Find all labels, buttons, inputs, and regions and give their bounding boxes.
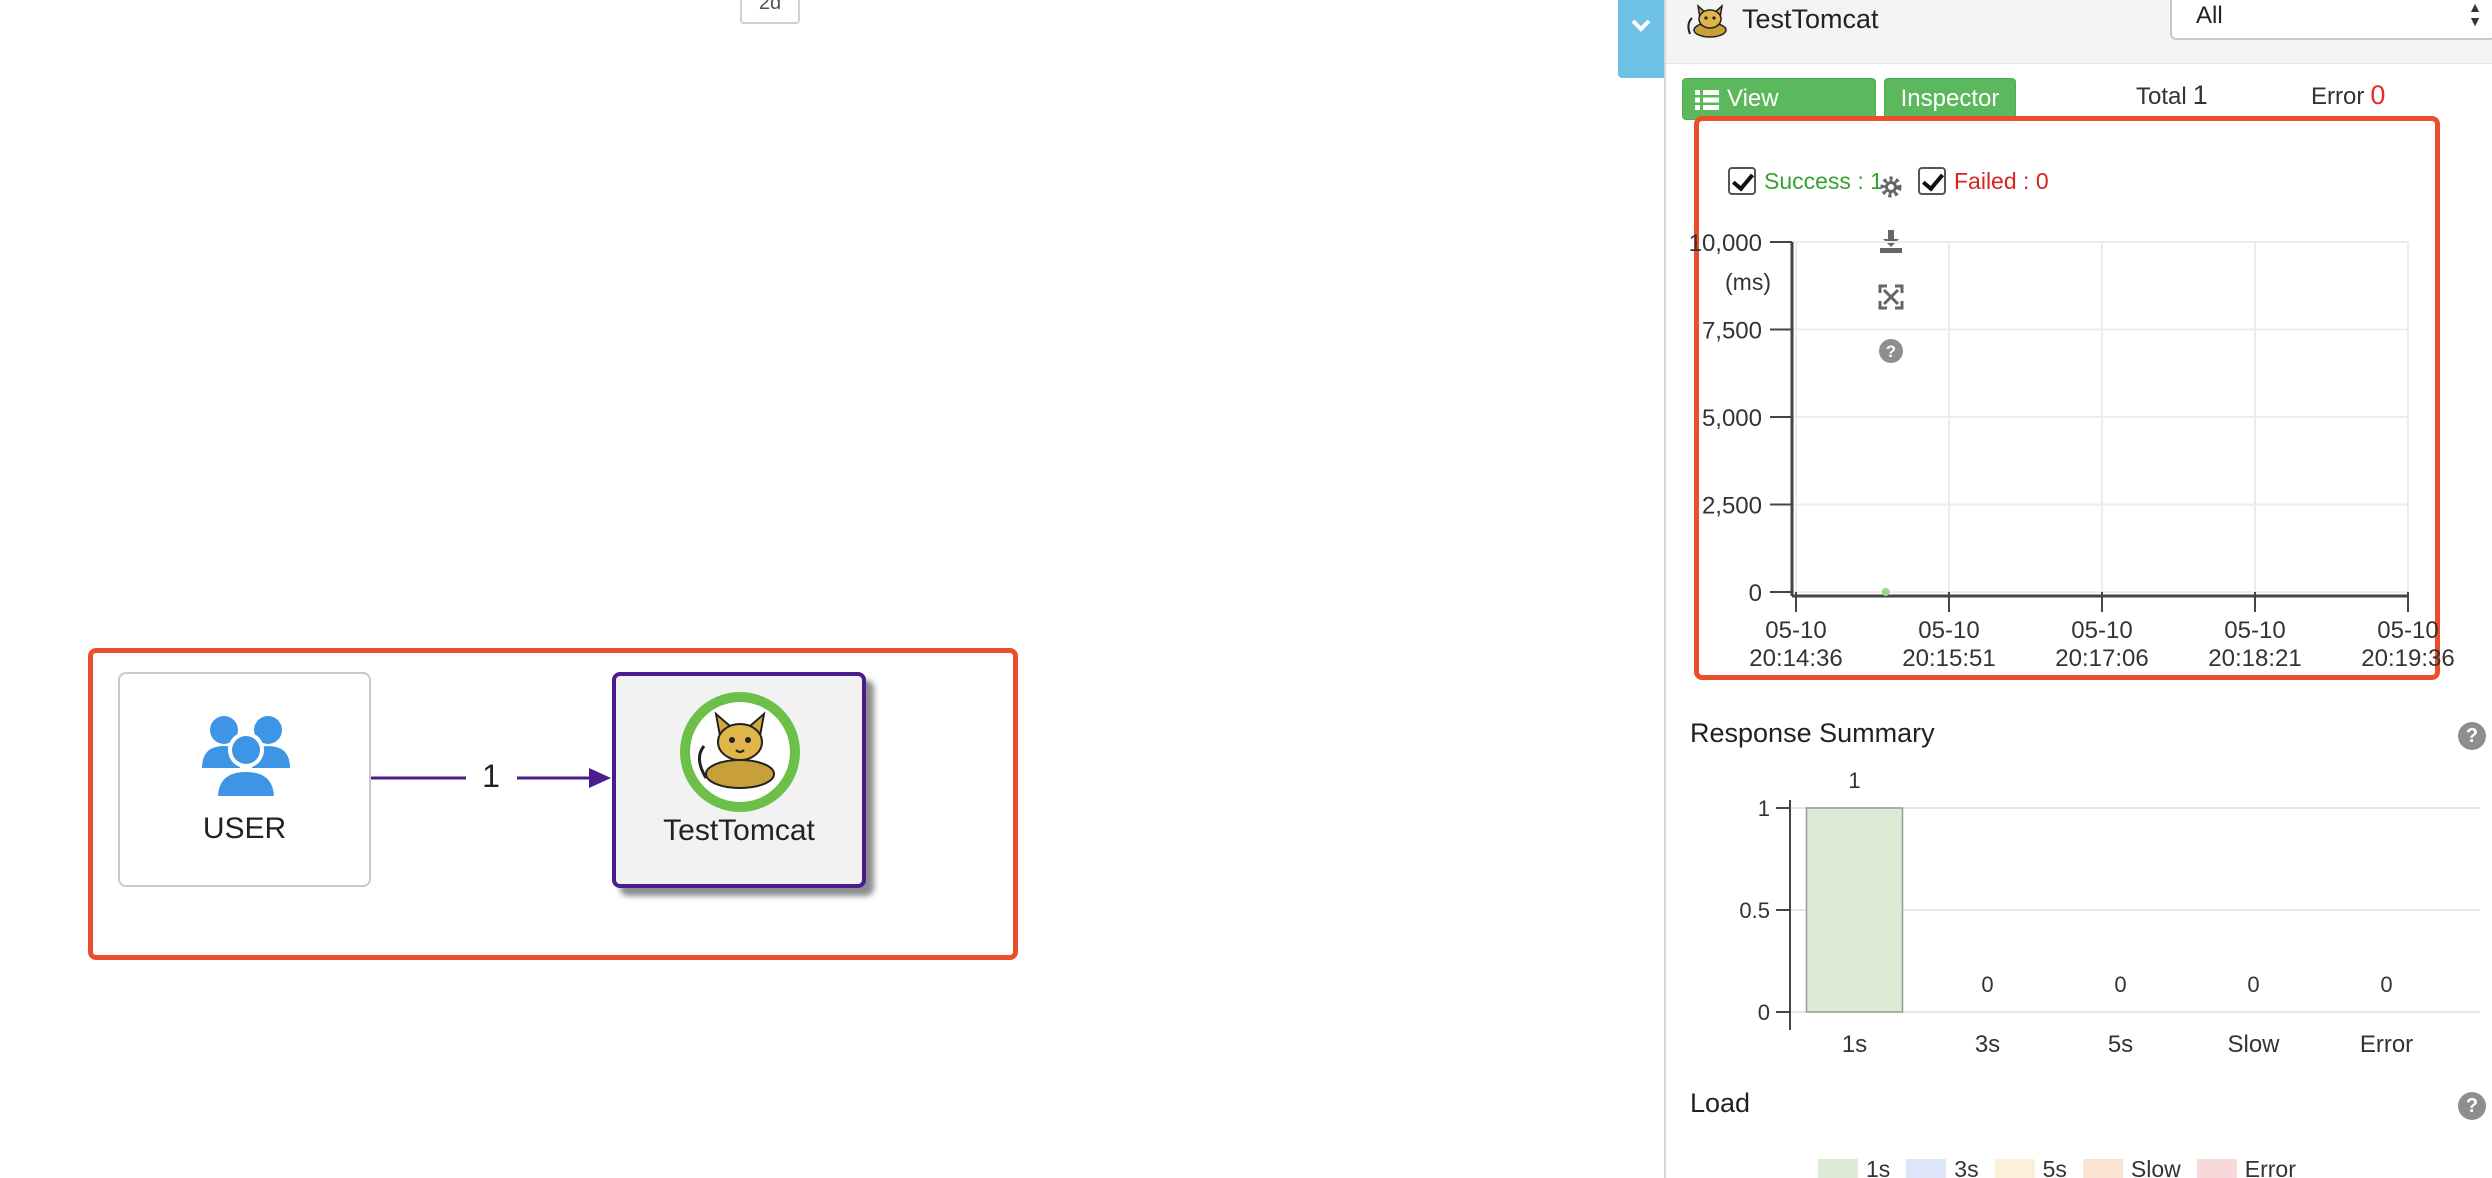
y-tick-label: 2,500 — [1702, 493, 1762, 520]
load-title: Load — [1690, 1088, 1751, 1118]
legend-swatch — [1906, 1158, 1947, 1178]
tomcat-node[interactable]: TestTomcat — [612, 672, 866, 888]
x-tick-label: 5s — [2108, 1031, 2133, 1058]
user-node-label: USER — [202, 812, 287, 845]
gear-icon[interactable] — [1878, 174, 1904, 200]
agent-select-value: All — [2196, 2, 2223, 29]
success-point — [1881, 588, 1890, 596]
y-tick-label: 0.5 — [1739, 898, 1770, 923]
x-tick-label-time: 20:15:51 — [1902, 645, 1995, 672]
inspector-label: Inspector — [1900, 85, 2000, 112]
x-tick-label: Slow — [2227, 1031, 2280, 1058]
panel-header: TestTomcat All ▲ ▼ — [1666, 0, 2492, 64]
load-legend-item[interactable]: Error — [2196, 1156, 2296, 1178]
server-map-canvas[interactable]: 2d USER 1 TestTomcat — [0, 0, 1660, 1178]
tomcat-logo-icon — [680, 692, 800, 812]
y-tick-label: 0 — [1758, 1000, 1770, 1025]
x-tick-label-date: 05-10 — [1918, 617, 1979, 644]
total-count: Total 1 — [2136, 80, 2208, 111]
x-tick-label-time: 20:19:36 — [2361, 645, 2454, 672]
select-arrows-icon: ▲ ▼ — [2468, 0, 2482, 29]
legend-label: Error — [2244, 1156, 2296, 1178]
legend-label: 5s — [2042, 1156, 2067, 1178]
x-tick-label: 3s — [1975, 1031, 2000, 1058]
load-legend: 1s 3s 5s Slow Error — [1818, 1156, 2312, 1178]
list-icon — [1695, 90, 1719, 110]
bar-value-label: 0 — [2380, 972, 2392, 997]
help-icon[interactable]: ? — [2458, 1092, 2486, 1120]
x-tick-label-date: 05-10 — [2377, 617, 2438, 644]
x-tick-label-time: 20:18:21 — [2208, 645, 2301, 672]
x-tick-label-time: 20:17:06 — [2055, 645, 2148, 672]
tomcat-node-label: TestTomcat — [663, 814, 815, 847]
user-node[interactable]: USER — [118, 672, 371, 887]
bar-value-label: 0 — [2114, 972, 2126, 997]
y-tick-label: 0 — [1749, 580, 1762, 607]
load-legend-item[interactable]: 1s — [1818, 1156, 1890, 1178]
legend-swatch — [1818, 1158, 1858, 1178]
top-chip[interactable]: 2d — [740, 0, 800, 24]
total-value: 1 — [2192, 80, 2208, 110]
success-label: Success : 1 — [1764, 168, 1883, 194]
response-time-scatter-chart[interactable]: 10,0007,5005,0002,5000(ms)05-1020:14:360… — [1684, 228, 2454, 678]
load-legend-item[interactable]: 3s — [1906, 1156, 1979, 1178]
chevron-down-icon — [1631, 19, 1651, 32]
x-tick-label-date: 05-10 — [1765, 617, 1826, 644]
bar-1s — [1805, 807, 1904, 1013]
legend-swatch — [2196, 1158, 2237, 1178]
x-tick-label-date: 05-10 — [2224, 617, 2285, 644]
help-icon[interactable]: ? — [2458, 722, 2486, 750]
x-tick-label-time: 20:14:36 — [1749, 645, 1842, 672]
x-tick-label: 1s — [1842, 1031, 1867, 1058]
y-tick-label: 1 — [1758, 796, 1770, 821]
bar-value-label: 0 — [2247, 972, 2259, 997]
edge-count-label: 1 — [466, 758, 516, 795]
failed-label: Failed : 0 — [1954, 168, 2049, 194]
error-label: Error — [2311, 83, 2365, 110]
legend-label: Slow — [2130, 1156, 2181, 1178]
legend-label: 1s — [1866, 1156, 1891, 1178]
total-label: Total — [2136, 83, 2187, 110]
error-value: 0 — [2370, 80, 2386, 110]
checkbox-checked-icon — [1728, 166, 1756, 195]
load-legend-item[interactable]: 5s — [1994, 1156, 2067, 1178]
view-servers-button[interactable]: View Servers — [1682, 78, 1876, 152]
y-tick-label: 7,500 — [1702, 318, 1762, 345]
x-tick-label-date: 05-10 — [2071, 617, 2132, 644]
panel-title: TestTomcat — [1742, 4, 1879, 34]
error-count: Error 0 — [2311, 80, 2385, 111]
failed-filter-checkbox[interactable]: Failed : 0 — [1918, 166, 2049, 197]
bar-value-label: 0 — [1981, 972, 1993, 997]
response-summary-title: Response Summary — [1690, 718, 1935, 748]
inspector-button[interactable]: Inspector — [1884, 78, 2016, 120]
legend-label: 3s — [1954, 1156, 1979, 1178]
tomcat-icon — [1687, 4, 1727, 38]
bar-value-label: 1 — [1848, 768, 1860, 793]
collapse-panel-tab[interactable] — [1618, 0, 1664, 78]
checkbox-checked-icon — [1918, 166, 1946, 195]
success-filter-checkbox[interactable]: Success : 1 — [1728, 166, 1883, 197]
load-legend-item[interactable]: Slow — [2082, 1156, 2181, 1178]
users-icon — [202, 716, 290, 798]
legend-swatch — [1994, 1158, 2035, 1178]
agent-select[interactable]: All ▲ ▼ — [2170, 0, 2492, 40]
x-tick-label: Error — [2360, 1031, 2413, 1058]
y-axis-unit-label: (ms) — [1725, 269, 1771, 295]
y-tick-label: 5,000 — [1702, 405, 1762, 432]
response-summary-bar-chart[interactable]: 1 0.5 0 1 1s 0 3s 0 5s 0 Slow 0 Error — [1720, 760, 2480, 1070]
legend-swatch — [2082, 1158, 2123, 1178]
y-tick-label: 10,000 — [1689, 230, 1762, 257]
